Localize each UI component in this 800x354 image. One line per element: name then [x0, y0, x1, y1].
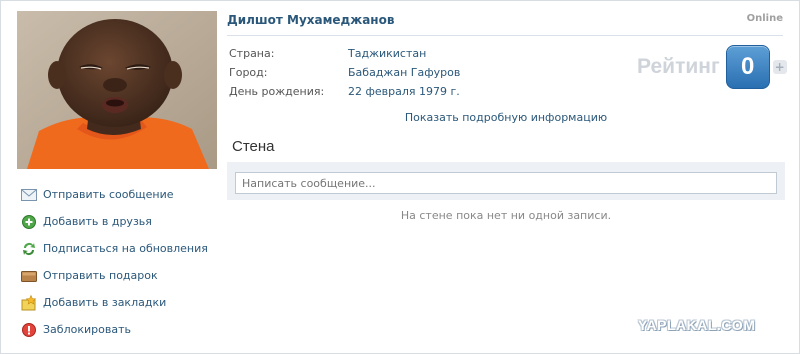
block-action[interactable]: Заблокировать [21, 316, 221, 343]
gift-icon [21, 268, 37, 284]
envelope-icon [21, 187, 37, 203]
birthday-value[interactable]: 22 февраля 1979 г. [348, 85, 460, 98]
bookmark-icon [21, 294, 37, 311]
online-status: Online [746, 13, 783, 24]
info-row-country: Страна: Таджикистан [229, 44, 460, 63]
profile-photo[interactable] [17, 11, 217, 169]
info-row-city: Город: Бабаджан Гафуров [229, 63, 460, 82]
block-label: Заблокировать [43, 323, 131, 336]
send-gift-action[interactable]: Отправить подарок [21, 262, 221, 289]
country-value[interactable]: Таджикистан [348, 47, 426, 60]
subscribe-action[interactable]: Подписаться на обновления [21, 235, 221, 262]
bookmark-label: Добавить в закладки [43, 296, 167, 309]
send-message-action[interactable]: Отправить сообщение [21, 181, 221, 208]
city-label: Город: [229, 66, 268, 79]
block-icon [21, 322, 37, 338]
send-gift-label: Отправить подарок [43, 269, 158, 282]
header-divider [227, 35, 783, 36]
wall-composer [227, 162, 785, 200]
profile-actions: Отправить сообщение Добавить в друзья По… [21, 181, 221, 343]
info-row-birthday: День рождения: 22 февраля 1979 г. [229, 82, 460, 101]
wall-message-input[interactable] [235, 172, 777, 194]
send-message-label: Отправить сообщение [43, 188, 174, 201]
subscribe-icon [21, 241, 37, 257]
add-friend-label: Добавить в друзья [43, 215, 152, 228]
city-value[interactable]: Бабаджан Гафуров [348, 66, 460, 79]
rating-value-badge[interactable]: 0 [725, 45, 770, 89]
profile-info: Страна: Таджикистан Город: Бабаджан Гафу… [229, 44, 460, 101]
subscribe-label: Подписаться на обновления [43, 242, 208, 255]
profile-name: Дилшот Мухамеджанов [227, 13, 395, 27]
bookmark-action[interactable]: Добавить в закладки [21, 289, 221, 316]
profile-page: Отправить сообщение Добавить в друзья По… [0, 0, 800, 354]
add-friend-action[interactable]: Добавить в друзья [21, 208, 221, 235]
rating-plus-button[interactable]: + [772, 60, 787, 74]
country-label: Страна: [229, 47, 275, 60]
add-friend-icon [21, 214, 37, 230]
show-more-info-link[interactable]: Показать подробную информацию [227, 111, 785, 124]
rating-widget: Рейтинг 0 + [637, 45, 787, 89]
site-watermark: YAPLAKAL.COM [638, 317, 756, 333]
birthday-label: День рождения: [229, 85, 325, 98]
profile-photo-image [17, 11, 217, 169]
wall-empty-message: На стене пока нет ни одной записи. [400, 209, 612, 222]
rating-label: Рейтинг [637, 55, 720, 78]
wall-title: Стена [232, 138, 275, 155]
